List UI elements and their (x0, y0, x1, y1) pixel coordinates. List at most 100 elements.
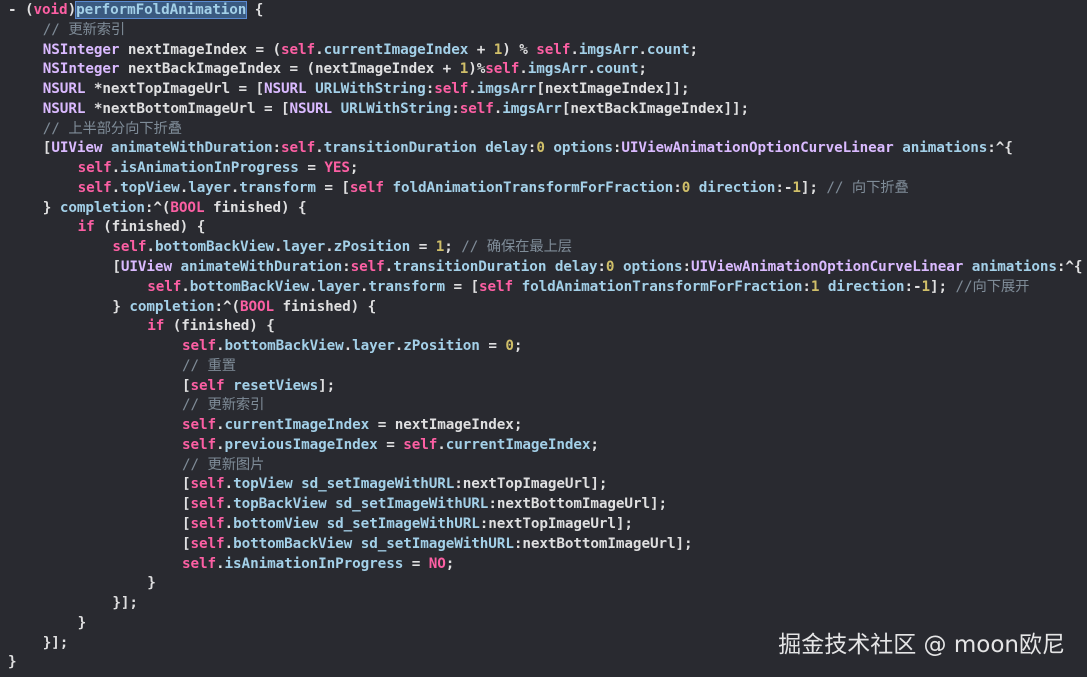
code-text: . (493, 100, 503, 117)
code-line[interactable]: NSInteger nextBackImageIndex = (nextImag… (43, 59, 647, 79)
code-line[interactable]: }]; (43, 633, 69, 653)
code-line[interactable]: self.isAnimationInProgress = NO; (182, 554, 454, 574)
code-line[interactable]: if (finished) { (78, 217, 206, 237)
watermark: 掘金技术社区 @ moon欧尼 (778, 632, 1065, 658)
code-line[interactable]: [self.topBackView sd_setImageWithURL:nex… (182, 494, 667, 514)
code-text: . (325, 239, 334, 256)
keyword-token: self (434, 81, 469, 98)
code-text: = nextImageIndex; (369, 417, 523, 434)
code-line[interactable]: // 更新索引 (43, 20, 125, 40)
type-token: NSURL (264, 81, 307, 98)
code-line[interactable]: } (78, 613, 87, 633)
keyword-token: self (147, 278, 182, 295)
comment-token: // 向下折叠 (826, 179, 909, 196)
code-text: = (377, 436, 404, 453)
code-line[interactable]: NSURL *nextTopImageUrl = [NSURL URLWithS… (43, 79, 690, 99)
method-token: animateWithDuration (110, 140, 273, 157)
code-text: . (216, 555, 225, 572)
code-line[interactable]: [UIView animateWithDuration:self.transit… (112, 257, 1082, 277)
code-text: finished) { (204, 199, 307, 216)
property-token: currentImageIndex (323, 41, 469, 58)
property-token: bottomBackView (154, 239, 275, 256)
keyword-token: self (479, 278, 514, 295)
code-line[interactable]: // 更新图片 (182, 455, 264, 475)
code-text: . (111, 160, 121, 177)
code-line[interactable]: [UIView animateWithDuration:self.transit… (43, 138, 1013, 158)
code-text: ]; (318, 377, 336, 394)
keyword-token: self (182, 338, 217, 355)
code-text: (finished) { (164, 318, 275, 335)
code-text: - ( (8, 2, 34, 18)
keyword-token: if (77, 219, 95, 236)
code-line[interactable]: - (void)performFoldAnimation { (8, 0, 263, 20)
code-line[interactable]: // 重置 (182, 356, 236, 376)
code-line[interactable]: [self.bottomBackView sd_setImageWithURL:… (182, 534, 693, 554)
code-line[interactable]: NSInteger nextImageIndex = (self.current… (43, 40, 698, 60)
code-line[interactable]: [self.bottomView sd_setImageWithURL:next… (182, 514, 633, 534)
code-line[interactable]: // 上半部分向下折叠 (43, 119, 182, 139)
code-text: finished) { (274, 298, 377, 315)
code-text: [ (182, 535, 191, 552)
property-token: bottomBackView (224, 338, 344, 355)
code-text: . (224, 476, 234, 493)
code-line[interactable]: [self resetViews]; (182, 376, 335, 396)
code-text: }]; (112, 595, 138, 612)
code-line[interactable]: } completion:^(BOOL finished) { (43, 198, 307, 218)
code-line[interactable]: // 更新索引 (182, 395, 264, 415)
number-token: 1 (435, 239, 445, 256)
type-token: NSURL (42, 100, 86, 117)
keyword-token: self (182, 555, 217, 572)
code-text: [ (112, 259, 121, 275)
code-text: { (246, 2, 264, 18)
code-text: = (403, 555, 429, 572)
code-line[interactable]: self.currentImageIndex = nextImageIndex; (182, 415, 522, 435)
code-text: [nextBackImageIndex]]; (561, 100, 749, 117)
code-text: : (425, 81, 435, 98)
code-line[interactable]: [self.topView sd_setImageWithURL:nextTop… (182, 474, 608, 494)
method-token: direction (698, 179, 776, 196)
code-text: . (519, 61, 528, 78)
property-token: layer (352, 338, 395, 355)
code-editor[interactable]: - (void)performFoldAnimation {// 更新索引 NSI… (0, 0, 1087, 677)
code-text: ; (445, 555, 455, 572)
property-token: bottomBackView (233, 535, 353, 552)
method-token: sd_setImageWithURL (301, 476, 455, 493)
code-line[interactable]: self.bottomBackView.layer.zPosition = 1;… (112, 237, 572, 257)
code-line[interactable]: NSURL *nextBottomImageUrl = [NSURL URLWi… (43, 99, 749, 119)
property-token: bottomBackView (189, 278, 309, 295)
keyword-token: NO (428, 555, 446, 572)
code-line[interactable]: self.isAnimationInProgress = YES; (78, 158, 359, 178)
code-text: ; (349, 160, 359, 177)
method-token: delay (554, 259, 598, 275)
property-token: previousImageIndex (224, 436, 378, 453)
property-token: layer (317, 278, 360, 295)
property-token: zPosition (403, 338, 480, 355)
code-text: . (437, 436, 446, 453)
code-line[interactable]: } (147, 573, 156, 593)
code-line[interactable]: self.bottomBackView.layer.zPosition = 0; (182, 336, 522, 356)
keyword-token: BOOL (240, 298, 275, 315)
code-text: . (224, 516, 234, 533)
keyword-token: self (485, 61, 520, 78)
code-line[interactable]: self.previousImageIndex = self.currentIm… (182, 435, 599, 455)
code-line[interactable]: self.bottomBackView.layer.transform = [s… (147, 277, 1029, 297)
method-token: foldAnimationTransformForFraction (392, 179, 674, 196)
keyword-token: self (190, 377, 225, 394)
code-line[interactable]: self.topView.layer.transform = [self fol… (78, 178, 909, 198)
keyword-token: self (536, 41, 571, 58)
code-line[interactable]: if (finished) { (147, 316, 275, 336)
code-line[interactable]: } (8, 652, 17, 672)
code-line[interactable]: }]; (112, 593, 138, 613)
code-line[interactable]: } completion:^(BOOL finished) { (112, 297, 376, 317)
keyword-token: self (403, 436, 438, 453)
type-token: NSURL (289, 100, 333, 117)
code-text: . (315, 41, 324, 58)
